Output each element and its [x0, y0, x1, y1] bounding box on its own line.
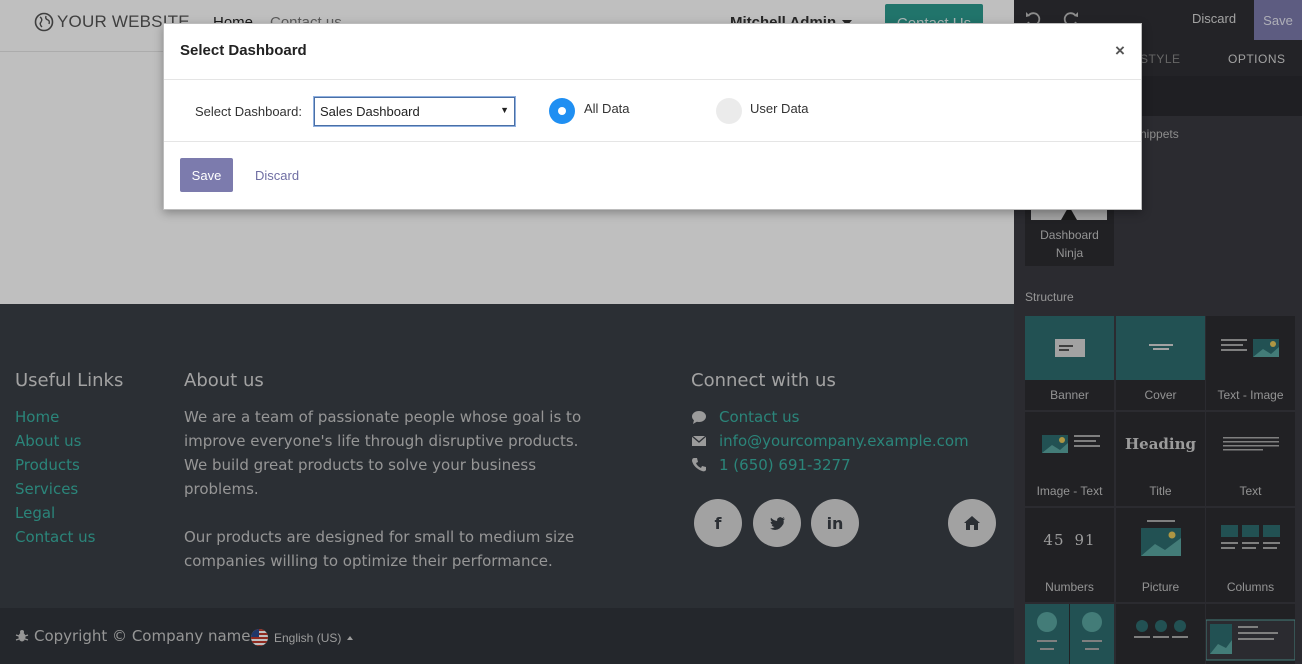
select-dashboard-label: Select Dashboard: [195, 104, 302, 119]
dashboard-select-value: Sales Dashboard [320, 104, 420, 119]
modal-header: Select Dashboard × [164, 24, 1141, 80]
dashboard-select[interactable]: Sales Dashboard ▼ [314, 97, 515, 126]
modal-body: Select Dashboard: Sales Dashboard ▼ All … [164, 81, 1141, 142]
user-data-radio[interactable] [716, 98, 742, 124]
close-icon[interactable]: × [1115, 41, 1125, 61]
user-data-label[interactable]: User Data [750, 101, 809, 116]
select-dashboard-dialog: Select Dashboard × Select Dashboard: Sal… [163, 23, 1142, 210]
discard-button[interactable]: Discard [255, 168, 299, 183]
all-data-label[interactable]: All Data [584, 101, 630, 116]
select-arrow-icon: ▼ [500, 105, 509, 115]
all-data-radio[interactable] [549, 98, 575, 124]
modal-title: Select Dashboard [180, 42, 307, 59]
save-button[interactable]: Save [180, 158, 233, 192]
